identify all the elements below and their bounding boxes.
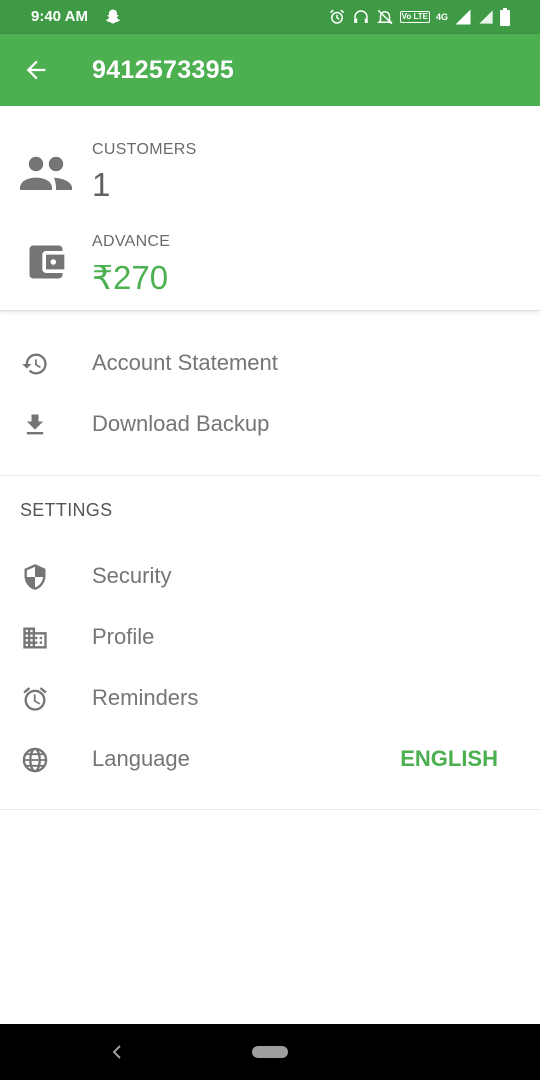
- divider-bottom: [0, 809, 540, 810]
- account-statement-item[interactable]: Account Statement: [0, 333, 540, 393]
- security-label: Security: [92, 563, 172, 588]
- people-icon: [20, 154, 72, 194]
- reminders-label: Reminders: [92, 685, 199, 710]
- profile-item[interactable]: Profile: [0, 607, 540, 667]
- customers-label: CUSTOMERS: [92, 141, 197, 158]
- download-icon: [21, 411, 49, 439]
- shield-icon: [21, 563, 49, 591]
- account-statement-label: Account Statement: [92, 350, 278, 375]
- status-bar: 9:40 AM Vo LTE 4G: [0, 0, 540, 34]
- advance-row[interactable]: ADVANCE ₹270: [0, 228, 540, 308]
- download-backup-label: Download Backup: [92, 411, 270, 436]
- wallet-icon: [20, 242, 72, 282]
- navigation-bar: [0, 1024, 540, 1080]
- summary-card: CUSTOMERS 1 ADVANCE ₹270: [0, 106, 540, 311]
- download-backup-item[interactable]: Download Backup: [0, 394, 540, 454]
- notifications-off-icon: [376, 8, 394, 26]
- page-title: 9412573395: [92, 56, 235, 84]
- profile-label: Profile: [92, 624, 155, 649]
- language-item[interactable]: Language ENGLISH: [0, 729, 540, 789]
- volte-badge: Vo LTE: [399, 11, 430, 23]
- business-icon: [21, 624, 49, 652]
- status-time: 9:40 AM: [31, 8, 88, 25]
- customers-row[interactable]: CUSTOMERS 1: [0, 136, 540, 216]
- app-bar: 9412573395: [0, 34, 540, 106]
- advance-value: ₹270: [92, 259, 169, 296]
- globe-icon: [21, 746, 49, 774]
- arrow-back-icon[interactable]: [22, 56, 50, 84]
- network-type-label: 4G: [435, 12, 448, 22]
- snapchat-icon: [104, 8, 122, 26]
- signal-icon: [454, 8, 472, 26]
- reminders-item[interactable]: Reminders: [0, 668, 540, 728]
- status-icons: Vo LTE 4G: [328, 7, 510, 27]
- divider: [0, 475, 540, 476]
- settings-section-title: SETTINGS: [20, 500, 113, 520]
- nav-back-icon[interactable]: [108, 1042, 126, 1062]
- security-item[interactable]: Security: [0, 546, 540, 606]
- alarm-icon: [328, 8, 346, 26]
- nav-home-pill[interactable]: [252, 1046, 288, 1058]
- language-label: Language: [92, 746, 190, 771]
- alarm-clock-icon: [21, 685, 49, 713]
- customers-value: 1: [92, 166, 111, 203]
- language-value[interactable]: ENGLISH: [400, 746, 498, 772]
- headset-icon: [352, 8, 370, 26]
- battery-icon: [500, 8, 510, 26]
- history-icon: [21, 350, 49, 378]
- advance-label: ADVANCE: [92, 233, 171, 250]
- signal-icon-2: [478, 9, 494, 25]
